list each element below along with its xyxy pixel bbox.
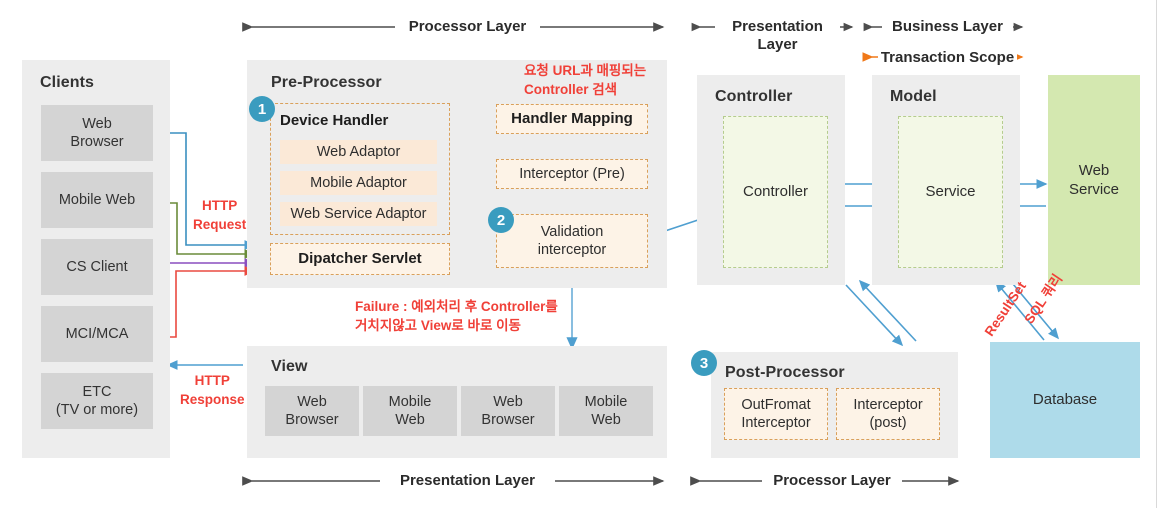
client-cs-client[interactable]: CS Client	[41, 239, 153, 295]
clients-title: Clients	[40, 74, 95, 91]
diagram-canvas: Clients Web Browser Mobile Web CS Client…	[0, 0, 1160, 508]
service-inner-box[interactable]: Service	[898, 116, 1003, 268]
view-item-mobile-web-2[interactable]: Mobile Web	[559, 386, 653, 436]
web-service-box[interactable]: Web Service	[1048, 75, 1140, 285]
controller-panel-title: Controller	[715, 88, 793, 105]
database-box[interactable]: Database	[990, 342, 1140, 458]
view-item-mobile-web-1[interactable]: Mobile Web	[363, 386, 457, 436]
interceptor-post-box[interactable]: Interceptor (post)	[836, 388, 940, 440]
adaptor-mobile[interactable]: Mobile Adaptor	[280, 171, 437, 195]
model-panel-title: Model	[890, 88, 937, 105]
caption-processor-layer-bottom: Processor Layer	[773, 472, 891, 489]
annotation-http-request: HTTP Request	[193, 198, 247, 232]
flow-postprocessor-to-controller	[858, 279, 917, 342]
label-resultset: ResultSet	[981, 278, 1029, 339]
postprocessor-title: Post-Processor	[725, 364, 845, 381]
caption-processor-layer-top: Processor Layer	[408, 18, 527, 35]
handler-mapping-label: Handler Mapping	[511, 109, 633, 127]
step-badge-1: 1	[249, 96, 275, 122]
client-mobile-web[interactable]: Mobile Web	[41, 172, 153, 228]
view-item-web-browser-1[interactable]: Web Browser	[265, 386, 359, 436]
caption-presentation-layer-bottom: Presentation Layer	[399, 472, 536, 489]
outformat-interceptor-box[interactable]: OutFromat Interceptor	[724, 388, 828, 440]
flow-controller-to-postprocessor	[845, 284, 904, 347]
dispatcher-servlet[interactable]: Dipatcher Servlet	[270, 243, 450, 275]
caption-business-layer-top: Business Layer	[892, 18, 1003, 35]
client-etc[interactable]: ETC (TV or more)	[41, 373, 153, 429]
controller-inner-box[interactable]: Controller	[723, 116, 828, 268]
annotation-http-response: HTTP Response	[180, 373, 245, 407]
dispatcher-servlet-label: Dipatcher Servlet	[298, 249, 422, 267]
validation-interceptor-box[interactable]: Validation interceptor	[496, 214, 648, 268]
interceptor-pre-box[interactable]: Interceptor (Pre)	[496, 159, 648, 189]
handler-mapping-box[interactable]: Handler Mapping	[496, 104, 648, 134]
client-mci-mca[interactable]: MCI/MCA	[41, 306, 153, 362]
view-item-web-browser-2[interactable]: Web Browser	[461, 386, 555, 436]
caption-presentation-layer-top: Presentation Layer	[732, 18, 823, 53]
caption-transaction-scope: Transaction Scope	[880, 49, 1015, 66]
view-title: View	[271, 358, 308, 375]
device-handler-label: Device Handler	[280, 112, 389, 129]
annotation-url-mapping: 요청 URL과 매핑되는 Controller 검색	[524, 63, 647, 97]
step-badge-3: 3	[691, 350, 717, 376]
right-edge-rule	[1156, 0, 1157, 508]
step-badge-2: 2	[488, 207, 514, 233]
adaptor-web-service[interactable]: Web Service Adaptor	[280, 202, 437, 226]
client-web-browser[interactable]: Web Browser	[41, 105, 153, 161]
label-sql-query: SQL 쿼리	[1021, 271, 1066, 327]
adaptor-web[interactable]: Web Adaptor	[280, 140, 437, 164]
preprocessor-title: Pre-Processor	[271, 74, 382, 91]
annotation-failure: Failure : 예외처리 후 Controller를 거치지않고 View로…	[355, 299, 558, 333]
